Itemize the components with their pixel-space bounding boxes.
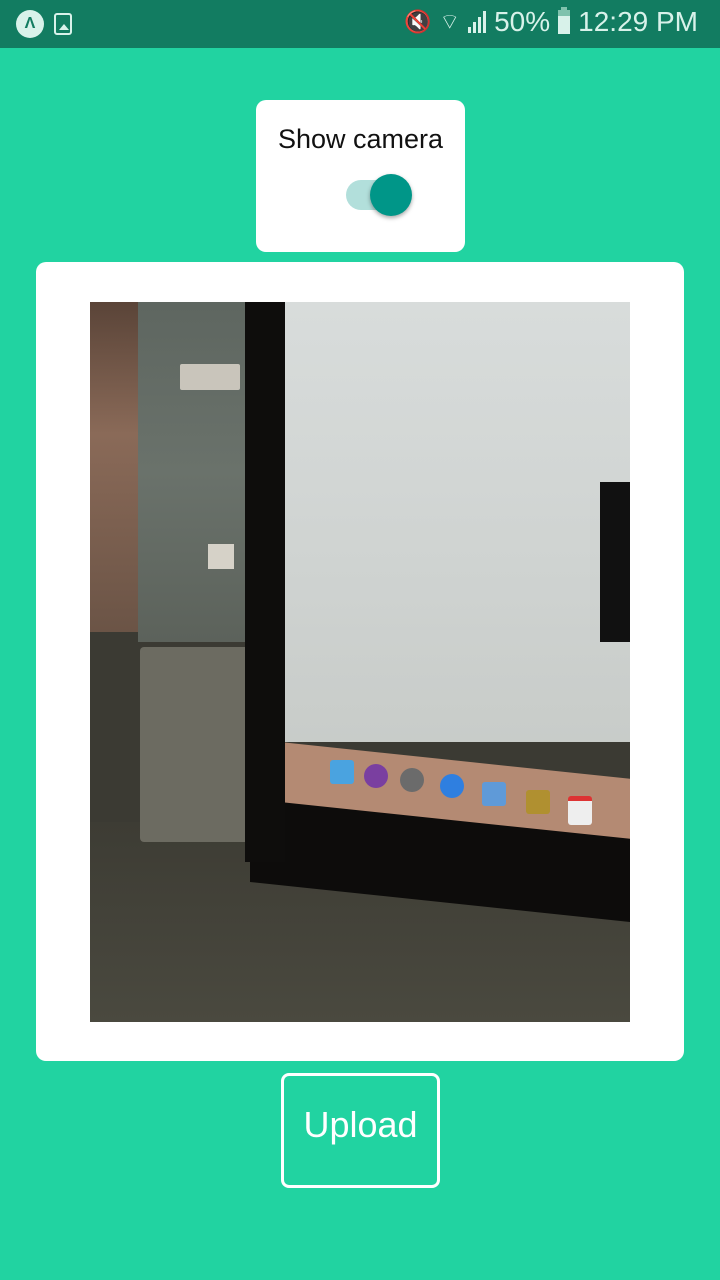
preview-dock-mail-icon <box>482 782 506 806</box>
preview-dock-finder-icon <box>330 760 354 784</box>
preview-dock-siri-icon <box>364 764 388 788</box>
preview-monitor-screen <box>282 302 630 742</box>
preview-dock-notes-icon <box>526 790 550 814</box>
camera-preview <box>90 302 630 1022</box>
preview-switchboard <box>180 364 240 390</box>
gallery-icon <box>54 13 72 35</box>
upload-button[interactable]: Upload <box>281 1073 440 1188</box>
show-camera-label: Show camera <box>277 124 444 154</box>
show-camera-switch[interactable] <box>346 174 412 216</box>
switch-thumb[interactable] <box>370 174 412 216</box>
preview-dock-calendar-icon <box>568 796 592 825</box>
preview-monitor-bezel-left <box>245 302 285 862</box>
preview-dock-safari-icon <box>440 774 464 798</box>
wifi-icon: ⌔ <box>439 9 461 34</box>
battery-percent: 50% <box>494 6 551 37</box>
preview-wall <box>138 302 248 642</box>
app-glyph: Λ <box>24 15 36 32</box>
camera-toggle-card: Show camera <box>256 100 465 252</box>
clock: 12:29 PM <box>578 6 698 37</box>
preview-door <box>90 302 140 632</box>
preview-dock-launchpad-icon <box>400 768 424 792</box>
battery-icon <box>558 7 571 34</box>
preview-bin <box>140 647 252 842</box>
preview-window-edge <box>600 482 630 642</box>
camera-card <box>36 262 684 1061</box>
app-notification-icon: Λ <box>16 10 44 38</box>
cellular-signal-icon <box>468 11 487 33</box>
status-bar: Λ 🔇 ⌔ 50% 12:29 PM <box>0 0 720 48</box>
preview-socket <box>208 544 234 569</box>
vibrate-mute-icon: 🔇 <box>404 9 432 34</box>
